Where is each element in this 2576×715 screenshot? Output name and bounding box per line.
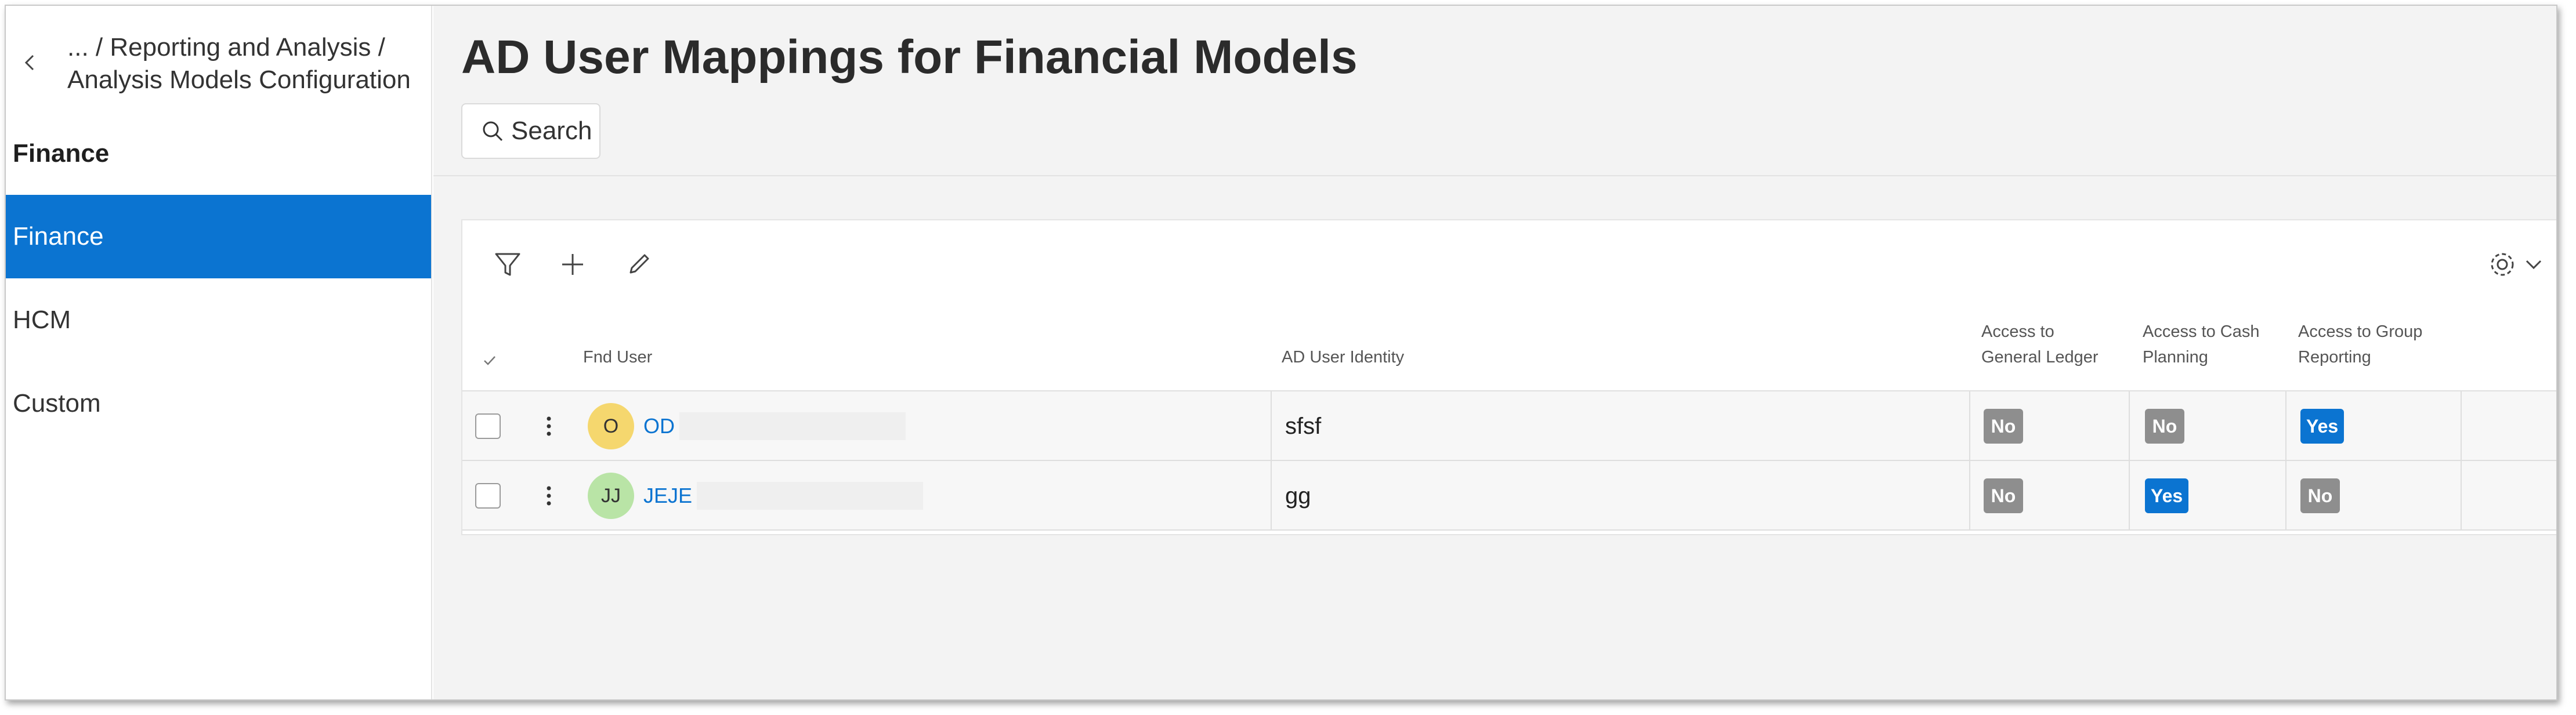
ad-identity-value: sfsf: [1285, 413, 1322, 439]
group-access-badge: Yes: [2300, 409, 2345, 444]
gl-access-badge: No: [1984, 478, 2023, 513]
table-row[interactable]: O OD sfsf No No Yes: [462, 391, 2556, 461]
mappings-table-card: Fnd User AD User Identity Access to Gene…: [461, 219, 2556, 535]
group-access-badge: No: [2300, 478, 2340, 513]
sidebar-item-finance[interactable]: Finance: [6, 195, 431, 278]
column-header-general-ledger[interactable]: Access to General Ledger: [1981, 319, 2099, 370]
search-button-label: Search: [511, 117, 592, 145]
cash-access-badge: Yes: [2145, 478, 2189, 513]
column-header-cash-planning-line2: Planning: [2143, 348, 2208, 366]
redacted-block: [697, 482, 924, 510]
gl-access-badge: No: [1984, 409, 2023, 444]
sidebar: ... / Reporting and Analysis / Analysis …: [6, 6, 432, 699]
column-header-general-ledger-line1: Access to: [1981, 322, 2054, 341]
column-header-group-reporting[interactable]: Access to Group Reporting: [2298, 319, 2422, 370]
filter-icon[interactable]: [491, 248, 524, 281]
row-checkbox[interactable]: [475, 413, 501, 439]
row-checkbox[interactable]: [475, 483, 501, 509]
breadcrumb[interactable]: ... / Reporting and Analysis / Analysis …: [67, 31, 411, 96]
avatar: JJ: [588, 473, 634, 519]
search-icon: [483, 121, 503, 141]
gear-icon[interactable]: [2486, 248, 2519, 281]
chevron-down-icon[interactable]: [2522, 248, 2545, 281]
sidebar-item-hcm[interactable]: HCM: [6, 278, 431, 362]
page-title: AD User Mappings for Financial Models: [461, 31, 1358, 84]
select-all-check-icon[interactable]: [481, 351, 498, 369]
sidebar-item-custom[interactable]: Custom: [6, 362, 431, 445]
redacted-block: [679, 412, 906, 440]
breadcrumb-line-1[interactable]: ... / Reporting and Analysis /: [67, 31, 411, 64]
user-link[interactable]: JEJE: [643, 484, 692, 508]
column-header-group-reporting-line2: Reporting: [2298, 348, 2371, 366]
back-chevron-icon[interactable]: [19, 51, 42, 74]
column-header-cash-planning-line1: Access to Cash: [2143, 322, 2260, 341]
column-header-cash-planning[interactable]: Access to Cash Planning: [2143, 319, 2259, 370]
column-header-general-ledger-line2: General Ledger: [1981, 348, 2099, 366]
kebab-icon[interactable]: [540, 481, 558, 510]
sidebar-nav: Finance HCM Custom: [6, 195, 431, 445]
ad-identity-value: gg: [1285, 482, 1311, 509]
column-header-fnd-user[interactable]: Fnd User: [583, 344, 652, 370]
divider: [433, 175, 2556, 176]
edit-icon[interactable]: [623, 248, 655, 281]
search-button[interactable]: Search: [461, 103, 600, 159]
table-row[interactable]: JJ JEJE gg No Yes No: [462, 461, 2556, 531]
main-content: AD User Mappings for Financial Models Se…: [433, 6, 2556, 699]
plus-icon[interactable]: [556, 248, 589, 281]
kebab-icon[interactable]: [540, 412, 558, 441]
app-window: ... / Reporting and Analysis / Analysis …: [5, 5, 2557, 701]
cash-access-badge: No: [2145, 409, 2184, 444]
column-header-ad-identity[interactable]: AD User Identity: [1282, 344, 1404, 370]
sidebar-section-title: Finance: [13, 139, 110, 168]
avatar: O: [588, 403, 634, 449]
column-header-group-reporting-line1: Access to Group: [2298, 322, 2423, 341]
breadcrumb-line-2[interactable]: Analysis Models Configuration: [67, 64, 411, 96]
user-link[interactable]: OD: [643, 414, 675, 438]
